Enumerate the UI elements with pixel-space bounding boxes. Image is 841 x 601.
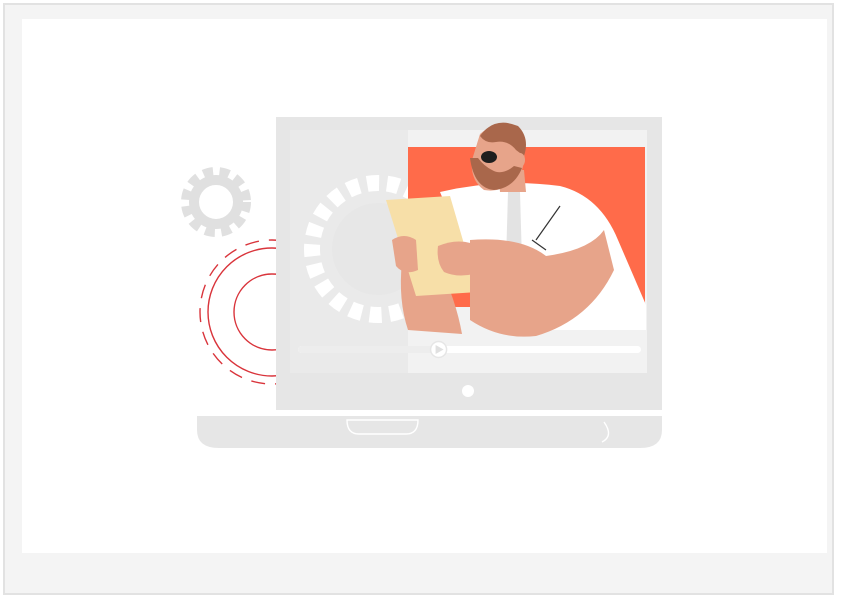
gear-icon bbox=[181, 167, 251, 237]
play-icon[interactable] bbox=[429, 340, 448, 359]
laptop-video-illustration bbox=[181, 117, 662, 448]
